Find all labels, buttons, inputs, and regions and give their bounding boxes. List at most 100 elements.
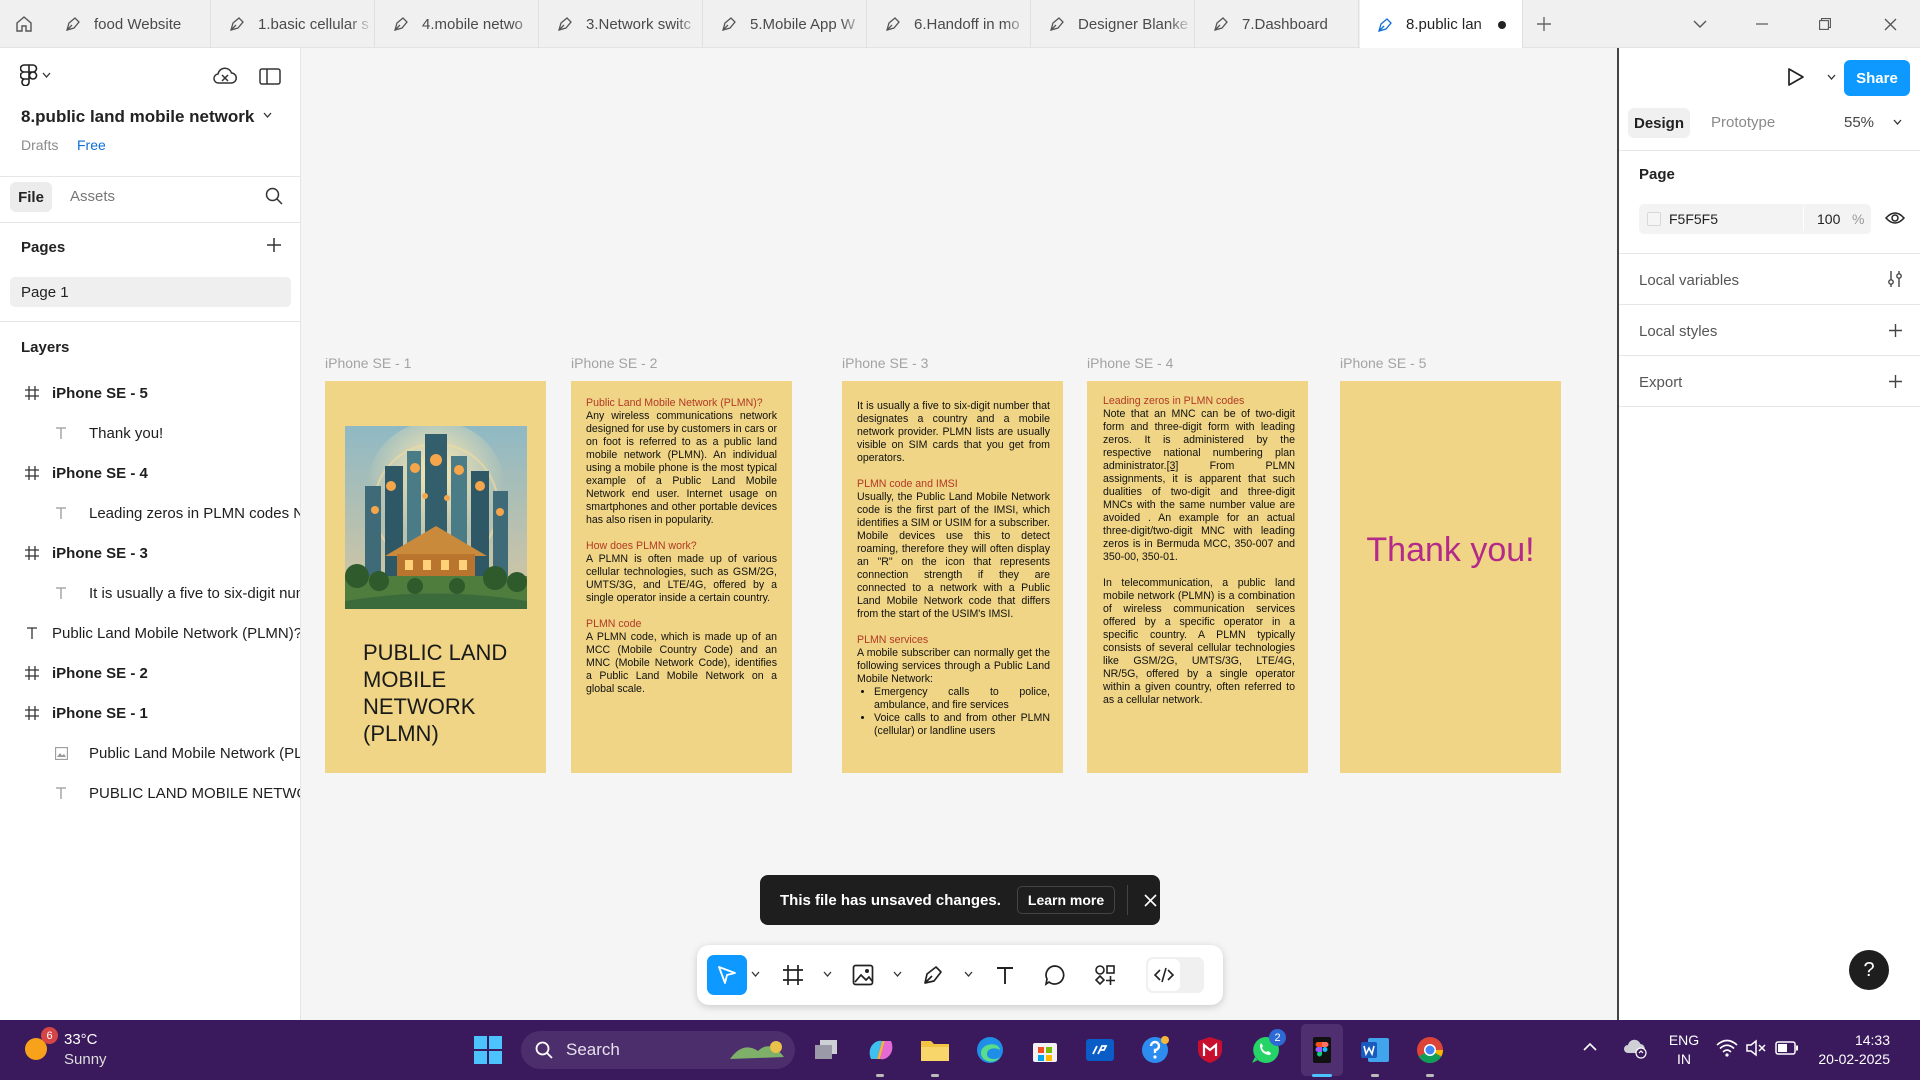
tab-dashboard[interactable]: 7.Dashboard [1196, 0, 1359, 48]
present-button[interactable] [1787, 67, 1805, 87]
chevron-down-icon[interactable] [823, 971, 832, 977]
home-button[interactable] [0, 0, 48, 48]
tab-mobile-network[interactable]: 4.mobile netwo [376, 0, 539, 48]
close-window-button[interactable] [1860, 0, 1920, 48]
minimize-button[interactable] [1734, 0, 1790, 48]
taskbar-search-box[interactable]: Search [521, 1031, 795, 1069]
frame-iphone-se-2[interactable]: Public Land Mobile Network (PLMN)? Any w… [571, 381, 792, 773]
frame-label[interactable]: iPhone SE - 5 [1340, 355, 1426, 371]
layer-plmn-title-text[interactable]: PUBLIC LAND MOBILE NETWORK [0, 773, 300, 813]
learn-more-button[interactable]: Learn more [1016, 886, 1116, 914]
export-label[interactable]: Export [1639, 374, 1682, 391]
battery-status[interactable] [1775, 1041, 1799, 1055]
chevron-down-icon[interactable] [263, 112, 272, 118]
color-swatch[interactable] [1647, 212, 1661, 226]
chevron-down-icon[interactable] [751, 971, 760, 977]
clock-date[interactable]: 20-02-2025 [1808, 1051, 1890, 1067]
local-variables-label[interactable]: Local variables [1639, 272, 1739, 289]
reference-link[interactable]: [3] [1167, 460, 1179, 472]
frame-label[interactable]: iPhone SE - 3 [842, 355, 928, 371]
wifi-status[interactable] [1716, 1039, 1738, 1057]
file-explorer-app[interactable] [916, 1031, 954, 1069]
pen-tool-button[interactable] [922, 964, 944, 986]
task-view-button[interactable] [807, 1031, 845, 1069]
frame-label[interactable]: iPhone SE - 2 [571, 355, 657, 371]
tab-public-land-active[interactable]: 8.public lan [1360, 0, 1523, 49]
whatsapp-app[interactable]: 2 [1246, 1029, 1286, 1069]
tab-food-website[interactable]: food Website [48, 0, 211, 48]
clock-time[interactable]: 14:33 [1818, 1032, 1890, 1048]
microsoft-store-app[interactable] [1026, 1031, 1064, 1069]
layer-five-digit[interactable]: It is usually a five to six-digit num [0, 573, 300, 613]
variables-settings-button[interactable] [1887, 270, 1903, 288]
file-name-menu[interactable]: 8.public land mobile network [21, 107, 254, 127]
text-tool-button[interactable] [994, 964, 1016, 986]
layer-plmn-image[interactable]: Public Land Mobile Network (PLM [0, 733, 300, 773]
toggle-sidebar-button[interactable] [259, 68, 281, 85]
copilot-app[interactable] [862, 1031, 900, 1069]
image-tool-button[interactable] [852, 964, 874, 986]
start-button[interactable] [469, 1031, 507, 1069]
layer-leading-zeros[interactable]: Leading zeros in PLMN codes Not [0, 493, 300, 533]
frame-label[interactable]: iPhone SE - 4 [1087, 355, 1173, 371]
layer-iphone-se-2[interactable]: iPhone SE - 2 [0, 653, 300, 693]
search-layers-button[interactable] [265, 187, 283, 205]
comment-tool-button[interactable] [1044, 964, 1066, 986]
layer-iphone-se-1[interactable]: iPhone SE - 1 [0, 693, 300, 733]
weather-temp[interactable]: 33°C [64, 1031, 98, 1048]
mcafee-app[interactable] [1191, 1031, 1229, 1069]
frame-label[interactable]: iPhone SE - 1 [325, 355, 411, 371]
cloud-offline-button[interactable] [212, 66, 238, 86]
volume-status[interactable] [1745, 1039, 1767, 1057]
add-export-button[interactable] [1888, 374, 1903, 389]
move-tool-button[interactable] [707, 955, 747, 995]
add-style-button[interactable] [1888, 323, 1903, 338]
tabs-dropdown-button[interactable] [1672, 0, 1728, 48]
weather-desc[interactable]: Sunny [64, 1051, 107, 1068]
local-styles-label[interactable]: Local styles [1639, 323, 1717, 340]
tab-file[interactable]: File [10, 182, 52, 212]
edge-app[interactable] [971, 1031, 1009, 1069]
frame-iphone-se-5[interactable]: Thank you! [1340, 381, 1561, 773]
chevron-down-icon[interactable] [893, 971, 902, 977]
main-menu-button[interactable] [20, 64, 51, 86]
dev-mode-toggle[interactable] [1146, 957, 1204, 993]
help-button[interactable]: ? [1849, 950, 1889, 990]
show-hidden-icons-button[interactable] [1583, 1042, 1597, 1051]
tab-network-switching[interactable]: 3.Network switc [540, 0, 703, 48]
zoom-level[interactable]: 55% [1844, 114, 1874, 131]
layer-thank-you[interactable]: Thank you! [0, 413, 300, 453]
weather-widget[interactable]: 6 [20, 1027, 58, 1063]
word-app[interactable] [1356, 1031, 1394, 1069]
layer-iphone-se-3[interactable]: iPhone SE - 3 [0, 533, 300, 573]
restore-button[interactable] [1797, 0, 1853, 48]
chrome-app[interactable] [1411, 1031, 1449, 1069]
layer-iphone-se-4[interactable]: iPhone SE - 4 [0, 453, 300, 493]
tab-designer-blank[interactable]: Designer Blanke [1032, 0, 1195, 48]
chevron-down-icon[interactable] [1827, 74, 1836, 80]
layer-iphone-se-5[interactable]: iPhone SE - 5 [0, 373, 300, 413]
add-page-button[interactable] [266, 237, 282, 253]
tab-mobile-app[interactable]: 5.Mobile App W [704, 0, 867, 48]
onedrive-status[interactable] [1622, 1037, 1648, 1059]
tab-prototype[interactable]: Prototype [1711, 114, 1775, 131]
language-region[interactable]: IN [1667, 1051, 1701, 1067]
layer-plmn-question-text[interactable]: Public Land Mobile Network (PLMN)? A [0, 613, 300, 653]
design-canvas[interactable]: iPhone SE - 1 iPhone SE - 2 iPhone SE - … [301, 48, 1617, 1020]
page-color-value[interactable]: F5F5F5 [1669, 211, 1718, 227]
file-location[interactable]: Drafts [21, 137, 58, 153]
figma-app[interactable] [1303, 1031, 1341, 1069]
frame-iphone-se-4[interactable]: Leading zeros in PLMN codes Note that an… [1087, 381, 1308, 773]
tab-basic-cellular[interactable]: 1.basic cellular s [212, 0, 375, 48]
close-toast-button[interactable] [1144, 893, 1157, 907]
plan-badge[interactable]: Free [77, 137, 106, 153]
frame-tool-button[interactable] [782, 964, 804, 986]
chevron-down-icon[interactable] [964, 971, 973, 977]
tab-assets[interactable]: Assets [70, 188, 115, 205]
tab-design[interactable]: Design [1628, 108, 1690, 138]
toggle-visibility-button[interactable] [1885, 211, 1905, 225]
help-app[interactable] [1136, 1031, 1174, 1069]
language-code[interactable]: ENG [1667, 1032, 1701, 1048]
resources-tool-button[interactable] [1094, 964, 1116, 986]
myhp-app[interactable] [1081, 1031, 1119, 1069]
